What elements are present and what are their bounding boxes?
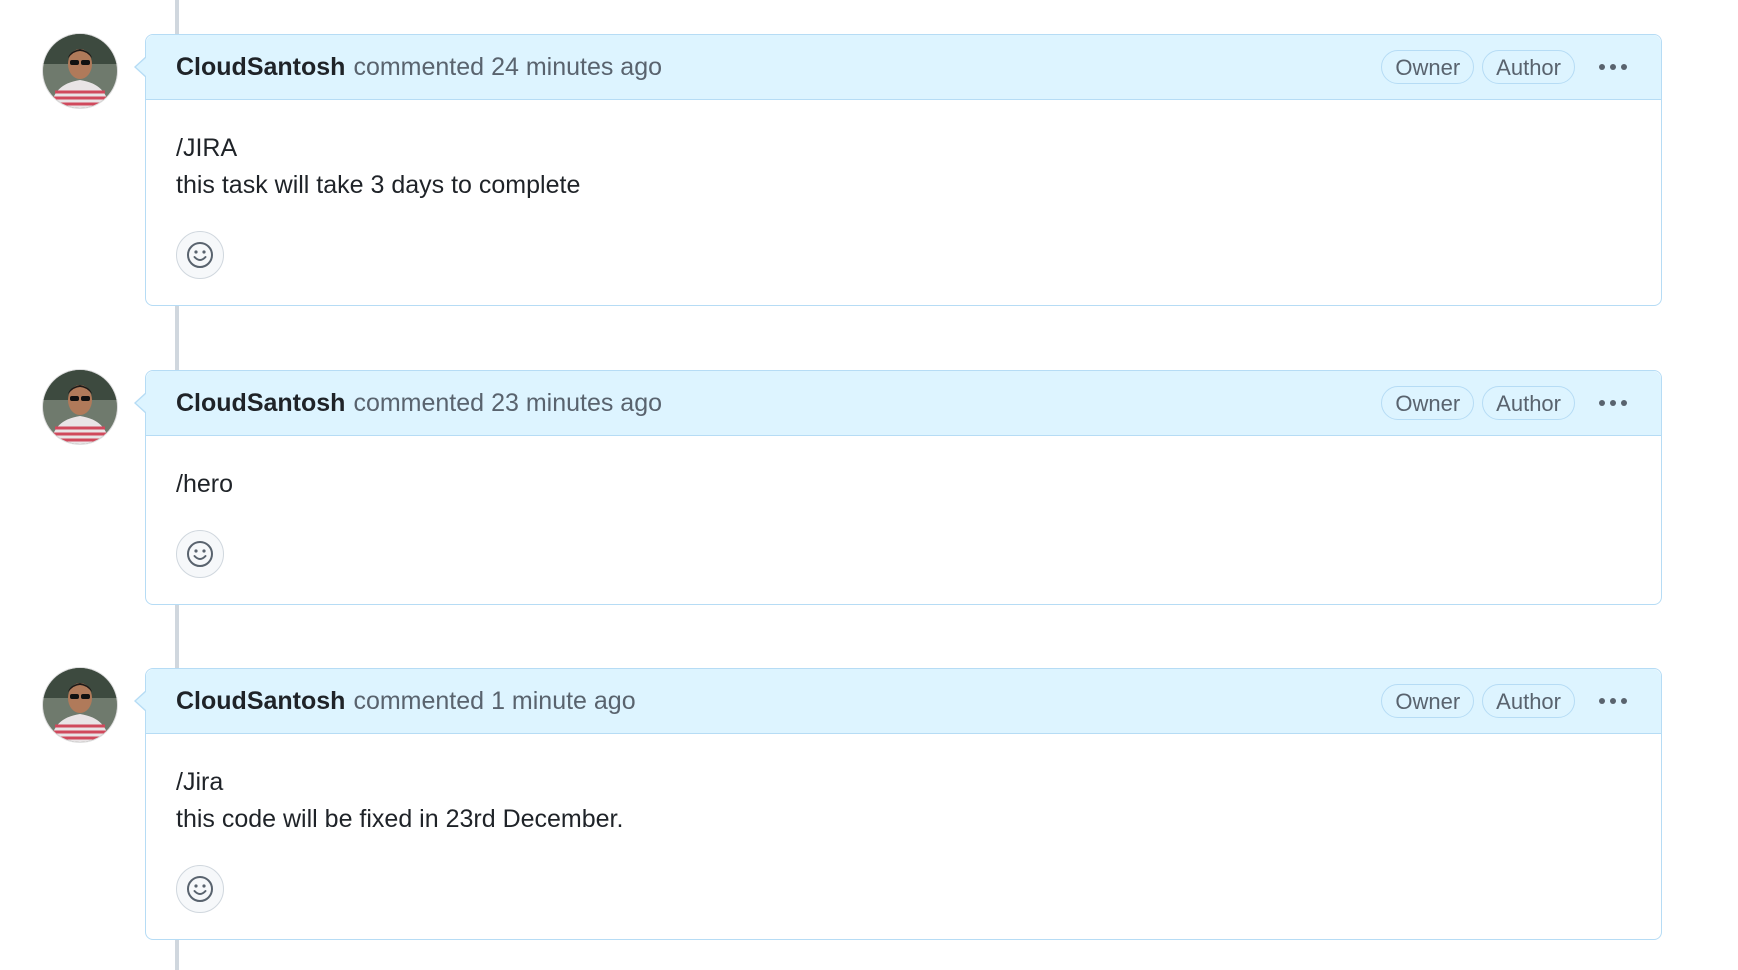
comment-header: CloudSantosh commented 23 minutes ago Ow… [134, 371, 1661, 436]
comment-header: CloudSantosh commented 1 minute ago Owne… [134, 669, 1661, 734]
author-badge: Author [1482, 684, 1575, 718]
add-reaction-button[interactable] [176, 530, 224, 578]
kebab-horizontal-icon[interactable] [1595, 686, 1631, 716]
comment-pointer [134, 392, 147, 414]
add-reaction-button[interactable] [176, 231, 224, 279]
avatar-image [43, 668, 117, 742]
comment-timestamp[interactable]: 23 minutes ago [491, 389, 662, 418]
avatar[interactable] [43, 34, 117, 108]
comment-action: commented [353, 52, 485, 81]
smiley-icon [187, 242, 213, 268]
comment-author-link[interactable]: CloudSantosh [176, 687, 345, 716]
kebab-horizontal-icon[interactable] [1595, 52, 1631, 82]
owner-badge: Owner [1381, 386, 1475, 420]
comment-body-line: /Jira [176, 768, 224, 796]
comment-author-link[interactable]: CloudSantosh [176, 389, 345, 418]
owner-badge: Owner [1381, 684, 1475, 718]
owner-badge: Owner [1381, 50, 1475, 84]
comment-action: commented [353, 686, 485, 715]
avatar[interactable] [43, 370, 117, 444]
comment-author-link[interactable]: CloudSantosh [176, 53, 345, 82]
avatar-image [43, 34, 117, 108]
kebab-horizontal-icon[interactable] [1595, 388, 1631, 418]
author-badge: Author [1482, 386, 1575, 420]
comment-body-line: /JIRA [176, 134, 238, 162]
comment-card: CloudSantosh commented 23 minutes ago Ow… [134, 370, 1662, 605]
comment-header: CloudSantosh commented 24 minutes ago Ow… [134, 35, 1661, 100]
comment-body-line: this code will be fixed in 23rd December… [176, 805, 624, 833]
smiley-icon [187, 876, 213, 902]
comment-timestamp[interactable]: 1 minute ago [491, 687, 636, 716]
avatar-image [43, 370, 117, 444]
comment-body-line: this task will take 3 days to complete [176, 171, 581, 199]
comment-body-line: /hero [176, 470, 233, 498]
author-badge: Author [1482, 50, 1575, 84]
comment-card: CloudSantosh commented 24 minutes ago Ow… [134, 34, 1662, 306]
comment-action: commented [353, 388, 485, 417]
comment-body: /JIRA this task will take 3 days to comp… [146, 100, 1661, 305]
add-reaction-button[interactable] [176, 865, 224, 913]
comment-pointer [134, 56, 147, 78]
comment-timestamp[interactable]: 24 minutes ago [491, 53, 662, 82]
comment-body: /Jira this code will be fixed in 23rd De… [146, 734, 1661, 939]
comment-body: /hero [146, 436, 1661, 604]
smiley-icon [187, 541, 213, 567]
comment-card: CloudSantosh commented 1 minute ago Owne… [134, 668, 1662, 940]
comment-pointer [134, 690, 147, 712]
avatar[interactable] [43, 668, 117, 742]
